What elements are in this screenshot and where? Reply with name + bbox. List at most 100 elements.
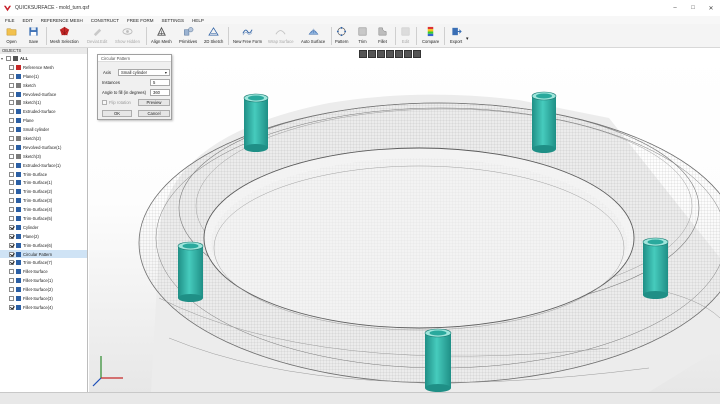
minimize-icon[interactable]: – bbox=[666, 0, 684, 16]
deviation-edit-button[interactable]: Deviat.Edit bbox=[87, 25, 107, 47]
edit-button[interactable]: Edit bbox=[400, 25, 411, 47]
tree-item[interactable]: Fillet-Surface bbox=[0, 267, 87, 276]
cylinder-instance[interactable] bbox=[424, 328, 452, 392]
tree-item[interactable]: Sketch(3) bbox=[0, 152, 87, 161]
cylinder-instance[interactable] bbox=[177, 241, 204, 302]
tree-item[interactable]: Trim-Surface(1) bbox=[0, 178, 87, 187]
trim-button[interactable]: Trim bbox=[357, 25, 368, 47]
primitives-button[interactable]: Primitives bbox=[179, 25, 197, 47]
flip-rotation-checkbox[interactable] bbox=[102, 100, 107, 105]
view-iso-icon[interactable] bbox=[413, 50, 421, 58]
visibility-checkbox[interactable] bbox=[9, 189, 14, 195]
visibility-checkbox[interactable] bbox=[9, 64, 14, 70]
menu-settings[interactable]: SETTINGS bbox=[162, 18, 185, 23]
visibility-checkbox[interactable] bbox=[9, 251, 14, 257]
menu-edit[interactable]: EDIT bbox=[23, 18, 33, 23]
visibility-checkbox[interactable] bbox=[9, 73, 14, 79]
tree-item[interactable]: Revolved-Surface bbox=[0, 90, 87, 99]
tree-item[interactable]: Revolved-Surface(1) bbox=[0, 143, 87, 152]
tree-item[interactable]: Sketch bbox=[0, 81, 87, 90]
axis-select[interactable]: Small cylinder ▾ bbox=[118, 69, 170, 76]
tree-item[interactable]: Plane(1) bbox=[0, 72, 87, 81]
visibility-checkbox[interactable] bbox=[9, 304, 14, 310]
wrap-surface-button[interactable]: Wrap Surface bbox=[268, 25, 294, 47]
tree-item[interactable]: Trim-Surface(3) bbox=[0, 196, 87, 205]
visibility-checkbox[interactable] bbox=[9, 162, 14, 168]
visibility-checkbox[interactable] bbox=[9, 269, 14, 275]
close-icon[interactable]: ✕ bbox=[702, 0, 720, 16]
visibility-checkbox[interactable] bbox=[9, 278, 14, 284]
angle-input[interactable]: 360 bbox=[150, 89, 170, 96]
tree-item[interactable]: Fillet-Surface(1) bbox=[0, 276, 87, 285]
maximize-icon[interactable]: □ bbox=[684, 0, 702, 16]
model-scene[interactable] bbox=[89, 48, 720, 392]
preview-button[interactable]: Preview bbox=[138, 99, 170, 106]
visibility-checkbox[interactable] bbox=[9, 287, 14, 293]
visibility-checkbox[interactable] bbox=[9, 242, 14, 248]
view-right-icon[interactable] bbox=[386, 50, 394, 58]
export-button[interactable]: Export bbox=[450, 25, 462, 47]
tree-item[interactable]: Circular Pattern bbox=[0, 249, 87, 259]
visibility-checkbox[interactable] bbox=[9, 215, 14, 221]
visibility-checkbox[interactable] bbox=[9, 198, 14, 204]
show-hidden-button[interactable]: Show Hidden bbox=[115, 25, 140, 47]
cylinder-instance[interactable] bbox=[531, 91, 557, 153]
visibility-checkbox[interactable] bbox=[9, 295, 14, 301]
tree-item[interactable]: Small cylinder bbox=[0, 125, 87, 134]
tree-item[interactable]: ▾ ALL bbox=[0, 54, 87, 63]
visibility-checkbox[interactable] bbox=[9, 135, 14, 141]
visibility-checkbox[interactable] bbox=[9, 144, 14, 150]
sketch-2d-button[interactable]: 2D Sketch bbox=[204, 25, 223, 47]
visibility-checkbox[interactable] bbox=[9, 100, 14, 106]
tree-item[interactable]: Trim-Surface(6) bbox=[0, 241, 87, 250]
fillet-button[interactable]: Fillet bbox=[377, 25, 388, 47]
view-bottom-icon[interactable] bbox=[404, 50, 412, 58]
menu-free-form[interactable]: FREE FORM bbox=[127, 18, 154, 23]
menu-reference-mesh[interactable]: REFERENCE MESH bbox=[41, 18, 83, 23]
compare-button[interactable]: Compare bbox=[422, 25, 439, 47]
tree-item[interactable]: Plane(2) bbox=[0, 232, 87, 241]
tree-item[interactable]: Fillet-Surface(2) bbox=[0, 285, 87, 294]
visibility-checkbox[interactable] bbox=[9, 109, 14, 115]
visibility-checkbox[interactable] bbox=[9, 180, 14, 186]
pattern-button[interactable]: Pattern bbox=[335, 25, 349, 47]
tree-item[interactable]: Trim-Surface bbox=[0, 170, 87, 179]
3d-viewport[interactable] bbox=[89, 48, 720, 392]
menu-file[interactable]: FILE bbox=[5, 18, 15, 23]
tree-item[interactable]: Extruded-Surface(1) bbox=[0, 161, 87, 170]
tree-item[interactable]: Cylinder bbox=[0, 223, 87, 232]
new-free-form-button[interactable]: New Free Form bbox=[233, 25, 262, 47]
visibility-checkbox[interactable] bbox=[9, 82, 14, 88]
visibility-checkbox[interactable] bbox=[9, 260, 14, 266]
view-left-icon[interactable] bbox=[377, 50, 385, 58]
tree-item[interactable]: Trim-Surface(5) bbox=[0, 214, 87, 223]
cancel-button[interactable]: Cancel bbox=[138, 110, 170, 117]
menu-construct[interactable]: CONSTRUCT bbox=[91, 18, 119, 23]
instances-input[interactable]: 5 bbox=[150, 79, 170, 86]
auto-surface-button[interactable]: Auto Surface bbox=[301, 25, 325, 47]
tree-item[interactable]: Plane bbox=[0, 116, 87, 125]
visibility-checkbox[interactable] bbox=[6, 55, 11, 61]
visibility-checkbox[interactable] bbox=[9, 118, 14, 124]
tree-item[interactable]: Sketch(2) bbox=[0, 134, 87, 143]
tree-item[interactable]: Trim-Surface(7) bbox=[0, 258, 87, 267]
tree-item[interactable]: Reference Mesh bbox=[0, 63, 87, 72]
view-back-icon[interactable] bbox=[368, 50, 376, 58]
mesh-selection-button[interactable]: Mesh Selection bbox=[50, 25, 79, 47]
open-button[interactable]: Open bbox=[6, 25, 17, 47]
visibility-checkbox[interactable] bbox=[9, 224, 14, 230]
cylinder-instance[interactable] bbox=[642, 237, 669, 299]
tree-item[interactable]: Fillet-Surface(3) bbox=[0, 294, 87, 303]
tree-item[interactable]: Trim-Surface(4) bbox=[0, 205, 87, 214]
visibility-checkbox[interactable] bbox=[9, 127, 14, 133]
tree-item[interactable]: Extruded-Surface bbox=[0, 107, 87, 116]
menu-help[interactable]: HELP bbox=[192, 18, 204, 23]
visibility-checkbox[interactable] bbox=[9, 91, 14, 97]
ok-button[interactable]: OK bbox=[102, 110, 132, 117]
view-top-icon[interactable] bbox=[395, 50, 403, 58]
visibility-checkbox[interactable] bbox=[9, 171, 14, 177]
visibility-checkbox[interactable] bbox=[9, 153, 14, 159]
tree-item[interactable]: Fillet-Surface(4) bbox=[0, 303, 87, 312]
tree-item[interactable]: Sketch(1) bbox=[0, 98, 87, 107]
save-button[interactable]: Save bbox=[28, 25, 39, 47]
